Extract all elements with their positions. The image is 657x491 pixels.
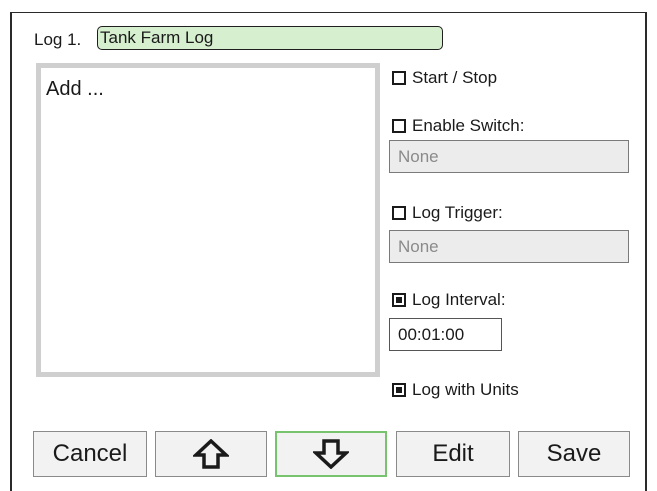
start-stop-checkbox[interactable] — [392, 71, 406, 85]
log-trigger-label: Log Trigger: — [412, 203, 503, 222]
enable-switch-label: Enable Switch: — [412, 116, 525, 135]
enable-switch-checkbox[interactable] — [392, 119, 406, 133]
up-arrow-icon — [193, 439, 229, 469]
log-with-units-label: Log with Units — [412, 380, 519, 399]
move-up-button[interactable] — [155, 431, 267, 477]
cancel-button[interactable]: Cancel — [33, 431, 147, 477]
down-arrow-icon — [313, 439, 349, 469]
log-interval-option[interactable]: Log Interval: — [392, 290, 506, 310]
start-stop-label: Start / Stop — [412, 68, 498, 87]
log-number-label: Log 1. — [34, 30, 82, 49]
enable-switch-select[interactable]: None — [389, 140, 629, 173]
edit-button[interactable]: Edit — [396, 431, 510, 477]
log-interval-checkbox[interactable] — [392, 293, 406, 307]
log-interval-label: Log Interval: — [412, 290, 506, 309]
log-trigger-checkbox[interactable] — [392, 206, 406, 220]
move-down-button[interactable] — [275, 431, 387, 477]
log-with-units-checkbox[interactable] — [392, 383, 406, 397]
log-points-list[interactable]: Add ... — [36, 63, 380, 377]
start-stop-option[interactable]: Start / Stop — [392, 68, 497, 88]
list-item-add[interactable]: Add ... — [41, 68, 375, 101]
log-trigger-select[interactable]: None — [389, 230, 629, 263]
save-button[interactable]: Save — [518, 431, 630, 477]
log-name-field[interactable]: Tank Farm Log — [97, 26, 443, 50]
log-trigger-option[interactable]: Log Trigger: — [392, 203, 503, 223]
log-with-units-option[interactable]: Log with Units — [392, 380, 519, 400]
enable-switch-option[interactable]: Enable Switch: — [392, 116, 524, 136]
log-interval-field[interactable]: 00:01:00 — [389, 318, 502, 351]
